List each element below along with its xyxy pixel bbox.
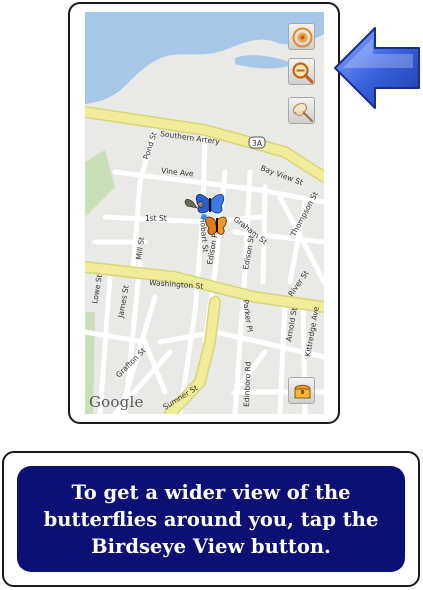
locate-button[interactable]	[288, 23, 315, 50]
instruction-callout: To get a wider view of the butterflies a…	[2, 451, 420, 587]
instruction-text: To get a wider view of the butterflies a…	[43, 480, 379, 558]
label-first-st: 1st St	[145, 214, 167, 223]
collection-button[interactable]	[288, 377, 315, 404]
net-icon	[292, 102, 313, 122]
map-view[interactable]: 3A Southern Artery Pond St Vine Ave Bay …	[85, 12, 324, 414]
zoom-out-magnifier-icon	[292, 62, 314, 84]
birdseye-view-button[interactable]	[288, 58, 315, 85]
route-3a-label: 3A	[252, 139, 263, 148]
google-attribution: Google	[89, 393, 144, 411]
user-location-dot	[201, 214, 207, 220]
pointer-arrow-icon	[334, 27, 420, 109]
label-edinboro-rd: Edinboro Rd	[242, 361, 253, 407]
route-3a-badge: 3A	[248, 136, 266, 149]
butterfly-net-button[interactable]	[288, 97, 315, 124]
treasure-chest-icon	[294, 384, 311, 399]
instruction-panel: To get a wider view of the butterflies a…	[17, 466, 405, 572]
butterfly-orange-icon[interactable]	[205, 216, 227, 235]
target-icon	[292, 27, 313, 48]
